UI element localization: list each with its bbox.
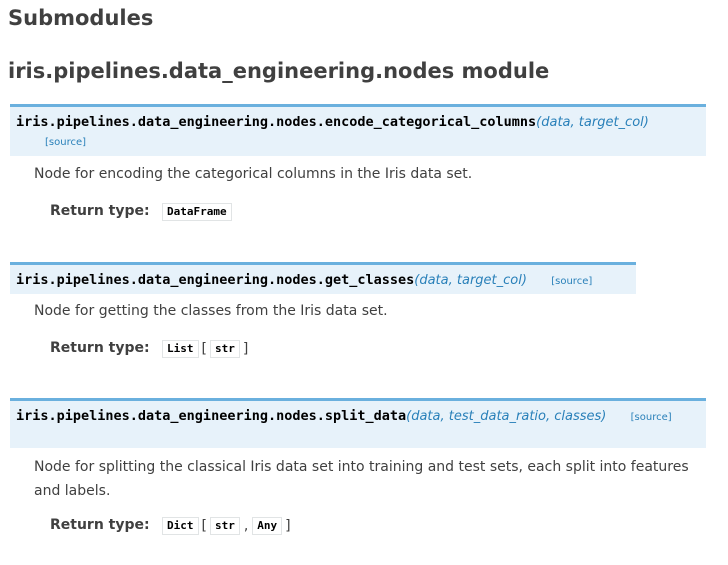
function-signature-get-classes: iris.pipelines.data_engineering.nodes.ge…: [10, 262, 636, 294]
open-bracket: [: [201, 341, 207, 357]
close-bracket: ]: [242, 341, 249, 357]
type-list[interactable]: List: [162, 340, 199, 358]
submodules-heading: Submodules: [8, 6, 154, 30]
return-type-value: List [ str ]: [162, 340, 251, 358]
close-bracket: ]: [285, 518, 291, 534]
function-params: (data, target_col): [414, 273, 527, 288]
function-signature-encode-categorical-columns: iris.pipelines.data_engineering.nodes.en…: [10, 104, 706, 156]
function-name: iris.pipelines.data_engineering.nodes.ge…: [16, 272, 415, 288]
type-dataframe[interactable]: DataFrame: [162, 203, 232, 221]
function-description: Node for getting the classes from the Ir…: [34, 303, 388, 319]
open-bracket: [: [201, 518, 207, 534]
function-params: (data, test_data_ratio, classes): [406, 409, 607, 424]
return-type-label: Return type:: [50, 340, 150, 356]
return-type-value: DataFrame: [162, 203, 232, 221]
module-heading: iris.pipelines.data_engineering.nodes mo…: [8, 59, 550, 83]
return-type-value: Dict [ str , Any ]: [162, 517, 294, 535]
type-any[interactable]: Any: [252, 517, 283, 535]
function-name: iris.pipelines.data_engineering.nodes.en…: [16, 114, 537, 130]
function-description: Node for encoding the categorical column…: [34, 166, 473, 182]
description-line: and labels.: [34, 483, 111, 499]
description-line: Node for splitting the classical Iris da…: [34, 459, 689, 475]
function-name: iris.pipelines.data_engineering.nodes.sp…: [16, 408, 407, 424]
function-params: (data, target_col): [536, 115, 649, 130]
function-signature-split-data: iris.pipelines.data_engineering.nodes.sp…: [10, 398, 706, 448]
return-type-label: Return type:: [50, 517, 150, 533]
return-type-label: Return type:: [50, 203, 150, 219]
type-dict[interactable]: Dict: [162, 517, 199, 535]
comma-separator: ,: [243, 518, 249, 534]
function-description: Node for splitting the classical Iris da…: [34, 455, 694, 503]
type-str[interactable]: str: [209, 517, 240, 535]
type-str[interactable]: str: [209, 340, 240, 358]
source-link[interactable]: [source]: [631, 412, 672, 423]
source-link[interactable]: [source]: [551, 276, 592, 287]
source-link[interactable]: [source]: [45, 137, 86, 148]
